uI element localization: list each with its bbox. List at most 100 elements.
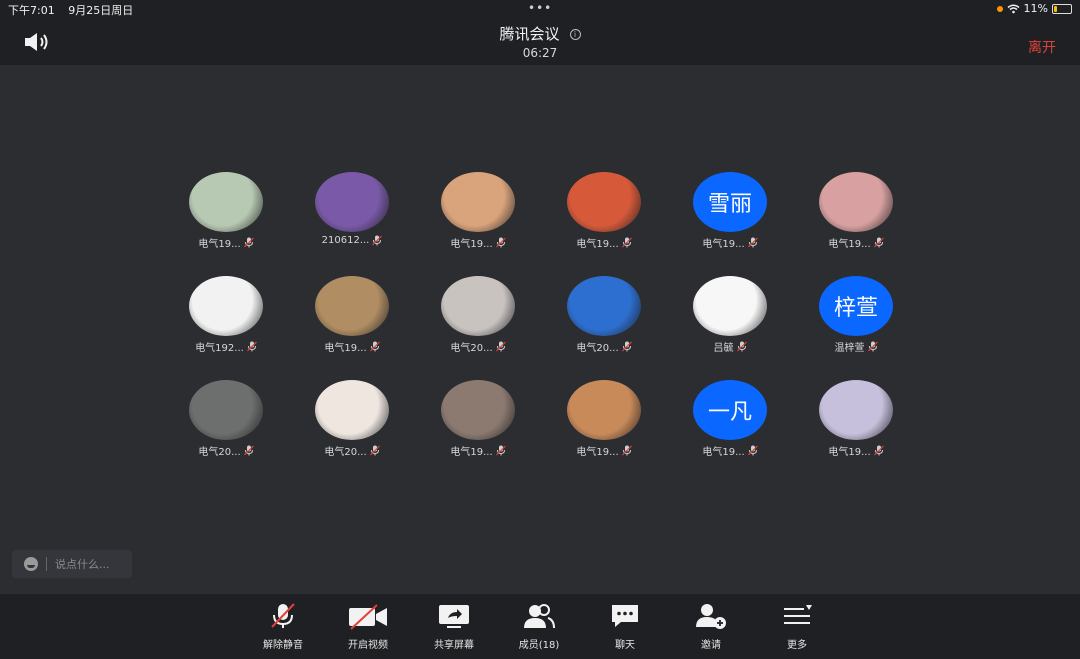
title-block: 腾讯会议 i 06:27 xyxy=(0,23,1080,60)
invite-label: 邀请 xyxy=(701,640,721,651)
mic-muted-icon xyxy=(369,445,380,456)
wifi-icon xyxy=(1007,4,1020,13)
share-screen-icon xyxy=(439,605,469,628)
participant-avatar-text: 梓萱 xyxy=(819,276,893,336)
mic-muted-icon xyxy=(495,341,506,352)
participant-name: 电气20... xyxy=(450,343,493,354)
chat-button[interactable]: 聊天 xyxy=(590,602,660,651)
leave-button[interactable]: 离开 xyxy=(1028,37,1056,57)
participant-avatar-text: 雪丽 xyxy=(693,172,767,232)
kitten-headphones-avatar xyxy=(567,380,641,440)
puppy-box-avatar xyxy=(315,276,389,336)
participant-name: 电气19... xyxy=(450,239,493,250)
participant-name: 电气19... xyxy=(576,239,619,250)
mic-muted-icon xyxy=(495,445,506,456)
participant-name: 电气20... xyxy=(198,447,241,458)
participant-tile[interactable]: 电气20... xyxy=(188,380,264,458)
participant-name-row: 电气19... xyxy=(692,235,768,250)
muted-mic-icon xyxy=(271,603,295,628)
participant-tile[interactable]: 电气19... xyxy=(314,276,390,354)
info-icon[interactable]: i xyxy=(569,29,581,40)
participant-name: 温梓萱 xyxy=(834,343,865,354)
participant-avatar-text: 一凡 xyxy=(693,380,767,440)
participant-name-row: 电气192... xyxy=(188,339,264,354)
anime-character-avatar xyxy=(189,172,263,232)
participant-name: 电气19... xyxy=(324,343,367,354)
battery-icon xyxy=(1052,3,1072,14)
participant-tile[interactable]: 一凡 电气19... xyxy=(692,380,768,458)
participant-tile[interactable]: 梓萱温梓萱 xyxy=(818,276,894,354)
participant-name-row: 吕毓 xyxy=(692,339,768,354)
meeting-title[interactable]: 腾讯会议 xyxy=(499,25,559,43)
recording-indicator-icon xyxy=(996,5,1003,12)
battery-percent: 11% xyxy=(1023,2,1048,15)
participant-tile[interactable]: 电气19... xyxy=(188,172,264,250)
mic-muted-icon xyxy=(621,445,632,456)
add-person-icon xyxy=(696,604,726,629)
participant-name: 210612... xyxy=(321,235,370,246)
participant-name: 电气19... xyxy=(198,239,241,250)
participant-name: 电气19... xyxy=(576,447,619,458)
participant-tile[interactable]: 电气19... xyxy=(566,172,642,250)
start-video-label: 开启视频 xyxy=(348,640,388,651)
chat-separator xyxy=(46,557,47,571)
mic-muted-icon xyxy=(246,341,257,352)
status-left: 下午7:01 9月25日周日 xyxy=(8,2,143,18)
participant-name: 电气19... xyxy=(828,447,871,458)
more-button[interactable]: 更多 xyxy=(762,602,832,651)
participant-tile[interactable]: 电气20... xyxy=(440,276,516,354)
mic-muted-icon xyxy=(867,341,878,352)
anime-sky-avatar xyxy=(819,380,893,440)
participant-name-row: 电气19... xyxy=(188,235,264,250)
participant-tile[interactable]: 电气19... xyxy=(566,380,642,458)
start-video-button[interactable]: 开启视频 xyxy=(333,602,403,651)
participant-tile[interactable]: 电气20... xyxy=(314,380,390,458)
participant-name-row: 电气19... xyxy=(440,443,516,458)
share-screen-label: 共享屏幕 xyxy=(434,640,474,651)
more-label: 更多 xyxy=(787,640,807,651)
share-screen-button[interactable]: 共享屏幕 xyxy=(419,602,489,651)
participant-name-row: 电气19... xyxy=(314,339,390,354)
participant-tile[interactable]: 雪丽电气19... xyxy=(692,172,768,250)
couple-cat-avatar xyxy=(441,380,515,440)
mic-muted-icon xyxy=(243,237,254,248)
participant-tile[interactable]: 电气20... xyxy=(566,276,642,354)
participant-name: 吕毓 xyxy=(713,343,734,354)
members-icon xyxy=(524,604,555,629)
multitask-dots[interactable]: ••• xyxy=(528,1,552,15)
status-date: 9月25日周日 xyxy=(68,4,134,17)
mic-muted-icon xyxy=(873,445,884,456)
participant-tile[interactable]: 电气19... xyxy=(440,172,516,250)
participant-name-row: 电气20... xyxy=(440,339,516,354)
unmute-button[interactable]: 解除静音 xyxy=(248,602,318,651)
white-puppy-avatar xyxy=(315,380,389,440)
participant-name-row: 电气19... xyxy=(440,235,516,250)
chat-input[interactable]: 说点什么... xyxy=(12,550,132,578)
members-button[interactable]: 成员(18) xyxy=(504,602,574,651)
participant-name-row: 温梓萱 xyxy=(818,339,894,354)
participant-tile[interactable]: 210612... xyxy=(314,172,390,246)
participant-name-row: 电气20... xyxy=(566,339,642,354)
participant-name-row: 电气20... xyxy=(188,443,264,458)
chat-bubble-icon xyxy=(612,605,638,627)
participant-tile[interactable]: 电气19... xyxy=(818,380,894,458)
meeting-timer: 06:27 xyxy=(522,46,558,60)
participant-tile[interactable]: 吕毓 xyxy=(692,276,768,354)
invite-button[interactable]: 邀请 xyxy=(676,602,746,651)
participant-name-row: 电气19... xyxy=(818,235,894,250)
participant-name: 电气19... xyxy=(828,239,871,250)
participant-tile[interactable]: 电气19... xyxy=(440,380,516,458)
emoji-icon[interactable] xyxy=(24,557,38,571)
chat-placeholder: 说点什么... xyxy=(55,558,110,571)
mic-muted-icon xyxy=(873,237,884,248)
participant-name-row: 电气19... xyxy=(566,443,642,458)
participant-tile[interactable]: 电气192... xyxy=(188,276,264,354)
blue-sky-avatar xyxy=(567,276,641,336)
participant-tile[interactable]: 电气19... xyxy=(818,172,894,250)
grey-portrait-avatar xyxy=(189,380,263,440)
participant-name-row: 电气19... xyxy=(818,443,894,458)
unmute-label: 解除静音 xyxy=(263,640,303,651)
chat-label: 聊天 xyxy=(615,640,635,651)
participant-name: 电气19... xyxy=(702,239,745,250)
mic-muted-icon xyxy=(243,445,254,456)
